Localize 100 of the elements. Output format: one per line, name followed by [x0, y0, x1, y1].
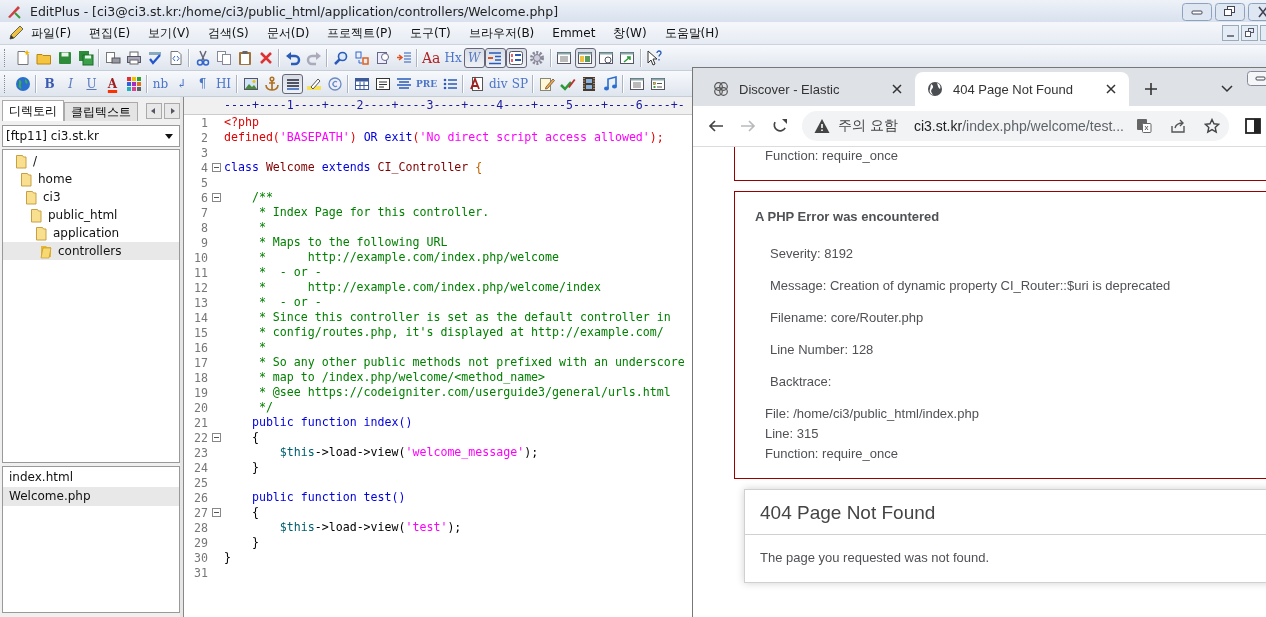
- color-grid-icon: [125, 75, 142, 92]
- toolbar-button[interactable]: A: [102, 73, 123, 94]
- menu-item[interactable]: 검색(S): [197, 24, 257, 42]
- pencil-icon: [8, 25, 24, 41]
- toolbar-button[interactable]: div: [487, 73, 510, 94]
- line-number: 3: [200, 145, 208, 160]
- trace-line: Line: 315: [765, 425, 820, 443]
- toolbar-button[interactable]: PRE: [414, 73, 440, 94]
- file-item[interactable]: Welcome.php: [3, 487, 179, 506]
- code-line: * config/routes.php, it's displayed at http://example.com/: [257, 325, 664, 340]
- dropdown-value: [ftp11] ci3.st.kr: [6, 129, 99, 143]
- toolbar-button[interactable]: [484, 47, 506, 68]
- share-icon[interactable]: [1170, 118, 1186, 134]
- sidebar-icon[interactable]: [1245, 118, 1261, 134]
- code-line: * http://example.com/index.php/welcome/index: [257, 280, 601, 295]
- toolbar-button[interactable]: nb: [150, 73, 171, 94]
- restore-icon[interactable]: [1215, 3, 1245, 21]
- music-note-icon: [601, 75, 618, 92]
- code-line: {: [250, 505, 259, 520]
- toolbar-button[interactable]: [505, 47, 527, 68]
- menu-item[interactable]: 파일(F): [24, 24, 80, 42]
- back-arrow-icon[interactable]: [708, 118, 724, 134]
- folder-icon: [15, 153, 27, 169]
- drive-dropdown[interactable]: [ftp11] ci3.st.kr: [2, 125, 180, 147]
- toolbar-button[interactable]: ¶: [192, 73, 213, 94]
- line-number: 27: [193, 505, 208, 520]
- toolbar-button[interactable]: [574, 47, 596, 68]
- browser-tab[interactable]: 404 Page Not Found: [915, 72, 1129, 106]
- file-item[interactable]: index.html: [3, 468, 179, 487]
- line-number: 29: [193, 535, 208, 550]
- collapse-icon[interactable]: [211, 508, 221, 517]
- checklist-window-icon: [649, 75, 666, 92]
- toolbar-button[interactable]: HI: [213, 73, 234, 94]
- translate-icon[interactable]: [1136, 118, 1152, 134]
- reload-icon[interactable]: [772, 118, 788, 134]
- toolbar-button[interactable]: Hx: [442, 47, 464, 68]
- toolbar-button[interactable]: Aa: [420, 47, 443, 68]
- tree-item[interactable]: home: [3, 170, 179, 188]
- url-text: ci3.st.kr/index.php/welcome/test...: [913, 118, 1124, 134]
- menu-item[interactable]: 브라우저(B): [458, 24, 543, 42]
- collapse-icon[interactable]: [211, 193, 221, 202]
- code-line: {: [250, 430, 259, 445]
- chevron-down-icon[interactable]: [1221, 85, 1233, 93]
- document-mark-icon: [468, 75, 485, 92]
- globe-icon: [14, 75, 31, 92]
- scroll-right-icon[interactable]: [164, 103, 180, 119]
- menu-item[interactable]: 문서(D): [256, 24, 318, 42]
- minimize-icon[interactable]: [1247, 71, 1266, 86]
- tree-item[interactable]: controllers: [3, 242, 179, 260]
- code-line: * @see https://codeigniter.com/userguide3/general/urls.html: [257, 385, 671, 400]
- toolbar-button[interactable]: U: [81, 73, 102, 94]
- toolbar-button[interactable]: SP: [509, 73, 531, 94]
- code-line: * Index Page for this controller.: [257, 205, 490, 220]
- window-title: EditPlus - [ci3@ci3.st.kr:/home/ci3/public_html/application/controllers/Welcome.php]: [30, 3, 560, 19]
- new-document-icon: [14, 49, 31, 66]
- panel-tab[interactable]: 디렉토리: [2, 100, 64, 121]
- code-line: public function index(): [250, 415, 413, 430]
- menu-item[interactable]: 프로젝트(P): [317, 24, 400, 42]
- code-line: * So any other public methods not prefixed with an underscore: [257, 355, 685, 370]
- line-number: 15: [193, 325, 208, 340]
- globe-icon: [927, 81, 943, 97]
- menu-item[interactable]: 도구(T): [400, 24, 459, 42]
- menu-item[interactable]: 보기(V): [138, 24, 198, 42]
- code-line: $this->load->view('welcome_message');: [278, 445, 539, 460]
- toolbar-button[interactable]: ↲: [171, 73, 192, 94]
- spellcheck-icon: [146, 49, 163, 66]
- tree-item[interactable]: ci3: [3, 188, 179, 206]
- collapse-icon[interactable]: [211, 163, 221, 172]
- undo-icon: [284, 49, 301, 66]
- toolbar-button[interactable]: I: [60, 73, 81, 94]
- panel-tab[interactable]: 클립텍스트: [64, 102, 138, 121]
- collapse-icon[interactable]: [211, 433, 221, 442]
- security-warning: 주의 요함: [838, 117, 898, 135]
- star-icon[interactable]: [1204, 118, 1220, 134]
- toolbar-button[interactable]: [282, 73, 303, 94]
- menu-item[interactable]: Emmet: [542, 26, 604, 40]
- page-heading: 404 Page Not Found: [745, 490, 1266, 535]
- toolbar-button[interactable]: B: [39, 73, 60, 94]
- restore-icon[interactable]: [1241, 25, 1258, 41]
- code-line: * - or -: [257, 295, 322, 310]
- tree-item[interactable]: public_html: [3, 206, 179, 224]
- menu-item[interactable]: 창(W): [603, 24, 655, 42]
- line-number: 13: [193, 295, 208, 310]
- minimize-icon[interactable]: [1222, 25, 1239, 41]
- new-tab-icon[interactable]: [1144, 82, 1158, 96]
- list-window-icon: [556, 49, 573, 66]
- error-detail: Line Number: 128: [769, 342, 875, 358]
- menu-item[interactable]: 도움말(H): [654, 24, 727, 42]
- address-bar[interactable]: 주의 요함 ci3.st.kr/index.php/welcome/test...: [802, 111, 1229, 141]
- line-number: 12: [193, 280, 208, 295]
- tree-item[interactable]: application: [3, 224, 179, 242]
- line-number: 26: [193, 490, 208, 505]
- tree-item[interactable]: /: [3, 152, 179, 170]
- redo-icon: [305, 49, 322, 66]
- copyright-circle-icon: [326, 75, 343, 92]
- document-window-icon: [598, 49, 615, 66]
- code-line: *: [257, 220, 266, 235]
- line-number: 18: [193, 370, 208, 385]
- menu-item[interactable]: 편집(E): [79, 24, 139, 42]
- scroll-left-icon[interactable]: [146, 103, 162, 119]
